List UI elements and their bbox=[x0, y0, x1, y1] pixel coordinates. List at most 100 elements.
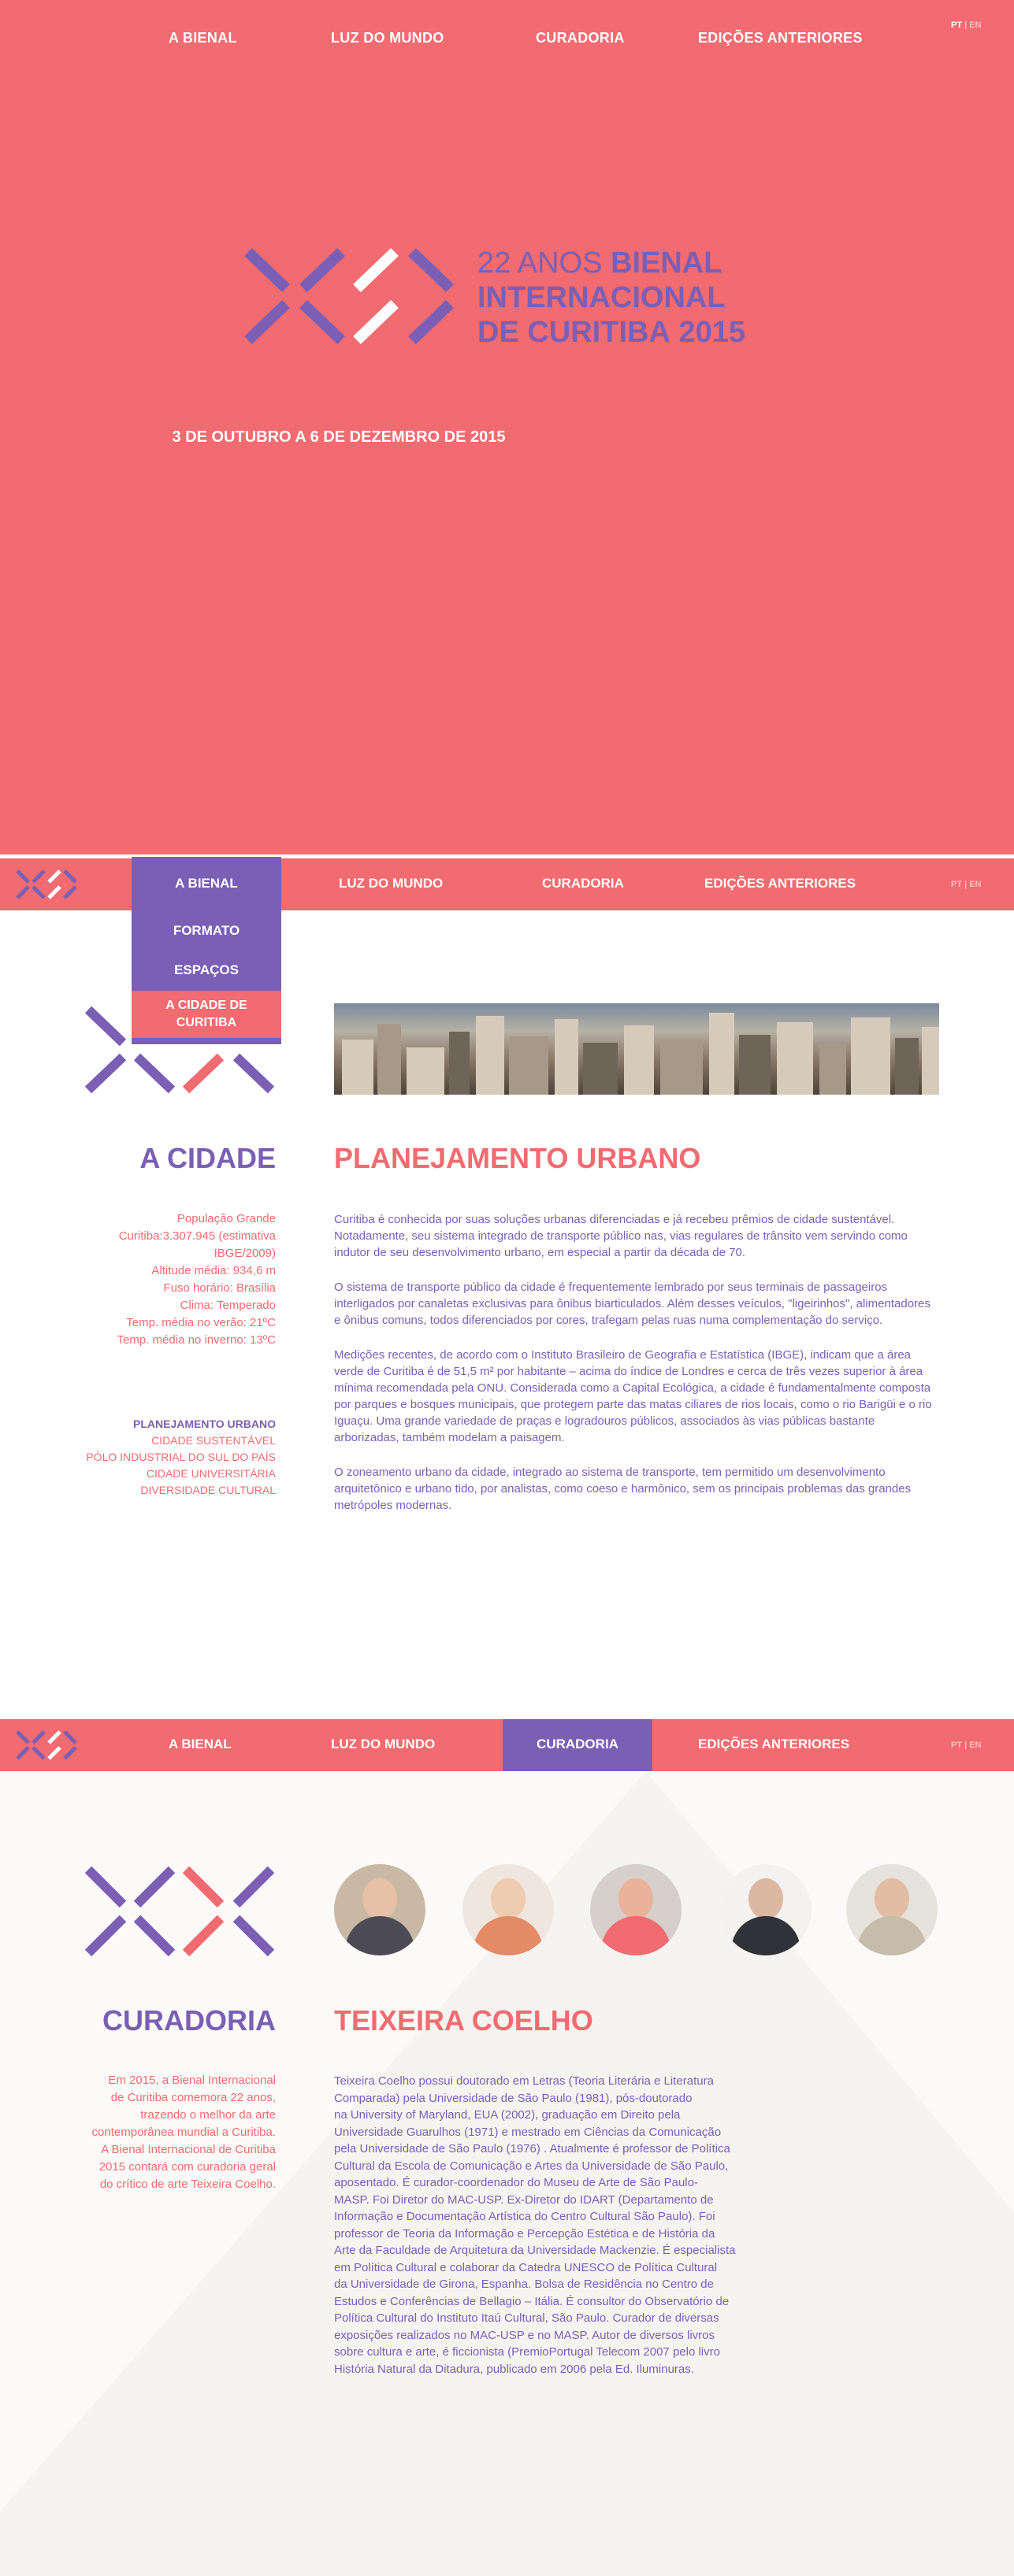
bio-line: História Natural da Ditadura, publicado … bbox=[334, 2362, 694, 2376]
fact-line: Temp. média no inverno: 13ºC bbox=[117, 1333, 276, 1347]
bio-line: Comparada) pela Universidade de São Paul… bbox=[334, 2091, 693, 2105]
curitiba-skyline-photo bbox=[334, 1003, 939, 1095]
face bbox=[618, 1878, 653, 1919]
hero-title: 22 ANOS BIENAL INTERNACIONAL DE CURITIBA… bbox=[477, 246, 745, 350]
lang-en[interactable]: EN bbox=[969, 20, 981, 30]
curator-avatar-3[interactable] bbox=[590, 1864, 682, 1955]
language-switch: PT | EN bbox=[951, 20, 982, 30]
nav-edicoes-anteriores[interactable]: EDIÇÕES ANTERIORES bbox=[704, 876, 856, 891]
bio-line: pela Universidade de São Paulo (1976) . … bbox=[334, 2142, 730, 2155]
title-line3-a: DE CURITIBA bbox=[477, 316, 670, 349]
subnav-item[interactable]: CIDADE UNIVERSITÁRIA bbox=[32, 1466, 276, 1482]
subnav-item[interactable]: CIDADE SUSTENTÁVEL bbox=[32, 1433, 276, 1449]
hero-section: A BIENAL LUZ DO MUNDO CURADORIA EDIÇÕES … bbox=[0, 0, 1014, 854]
subsection-nav: PLANEJAMENTO URBANO CIDADE SUSTENTÁVEL P… bbox=[32, 1416, 276, 1499]
nav-curadoria[interactable]: CURADORIA bbox=[536, 30, 625, 46]
face bbox=[491, 1878, 526, 1919]
nav-edicoes-anteriores[interactable]: EDIÇÕES ANTERIORES bbox=[698, 1736, 849, 1752]
left-title-cidade: A CIDADE bbox=[139, 1142, 276, 1174]
title-bold: BIENAL bbox=[610, 246, 722, 280]
bio-line: em Política Cultural e colaborar da Cate… bbox=[334, 2260, 718, 2274]
section-logo-curadoria bbox=[84, 1866, 275, 1957]
face bbox=[875, 1878, 909, 1919]
body bbox=[731, 1916, 800, 1955]
lang-pt[interactable]: PT bbox=[951, 880, 962, 889]
nav-luz-do-mundo[interactable]: LUZ DO MUNDO bbox=[331, 30, 444, 46]
section-logo-cidade bbox=[84, 1006, 275, 1094]
left-title-curadoria: CURADORIA bbox=[102, 2004, 276, 2037]
dropdown-item-formato[interactable]: FORMATO bbox=[132, 923, 281, 939]
title-line2: INTERNACIONAL bbox=[477, 281, 726, 314]
lang-en[interactable]: EN bbox=[969, 880, 981, 889]
lang-en[interactable]: EN bbox=[969, 1740, 981, 1750]
paragraph: Medições recentes, de acordo com o Insti… bbox=[334, 1348, 932, 1444]
main-title-planejamento: PLANEJAMENTO URBANO bbox=[334, 1142, 701, 1174]
bio-line: Estudos e Conferências de Bellagio – Itá… bbox=[334, 2294, 730, 2308]
bio-line: Cultural da Escola de Comunicação e Arte… bbox=[334, 2159, 729, 2173]
body bbox=[474, 1916, 543, 1955]
nav-curadoria[interactable]: CURADORIA bbox=[542, 876, 624, 891]
nav-curadoria-label: CURADORIA bbox=[537, 1736, 618, 1751]
fact-line: IBGE/2009) bbox=[214, 1247, 276, 1260]
bio-line: sobre cultura e arte, é ficcionista (Pre… bbox=[334, 2345, 720, 2359]
bio-line: Política Cultural do Instituto Itaú Cult… bbox=[334, 2311, 719, 2325]
curator-bio: Teixeira Coelho possui doutorado em Letr… bbox=[334, 2073, 744, 2378]
lang-separator: | bbox=[964, 20, 968, 30]
subnav-item[interactable]: PÓLO INDUSTRIAL DO SUL DO PAÍS bbox=[32, 1449, 276, 1466]
curator-name: TEIXEIRA COELHO bbox=[334, 2004, 593, 2037]
fact-line: Clima: Temperado bbox=[180, 1299, 276, 1312]
paragraph: O zoneamento urbano da cidade, integrado… bbox=[334, 1466, 912, 1512]
bio-line: aposentado. É curador-coordenador do Mus… bbox=[334, 2176, 698, 2189]
title-light: 22 ANOS bbox=[477, 246, 603, 280]
bio-line: exposições realizados no MAC-USP e no MA… bbox=[334, 2328, 715, 2342]
intro-line: contemporânea mundial a Curitiba. bbox=[91, 2126, 276, 2139]
nav-a-bienal[interactable]: A BIENAL bbox=[169, 1736, 232, 1752]
nav-curadoria-active[interactable]: CURADORIA bbox=[503, 1719, 652, 1771]
nav-a-bienal[interactable]: A BIENAL bbox=[132, 876, 281, 891]
city-facts: População Grande Curitiba:3.307.945 (est… bbox=[32, 1210, 276, 1349]
curator-avatar-4[interactable] bbox=[720, 1864, 812, 1955]
language-switch: PT | EN bbox=[951, 880, 982, 889]
dropdown-item-espacos[interactable]: ESPAÇOS bbox=[132, 962, 281, 978]
curator-avatar-2[interactable] bbox=[462, 1864, 554, 1955]
bio-line: Arte da Faculdade de Arquitetura da Univ… bbox=[334, 2244, 736, 2257]
lang-pt[interactable]: PT bbox=[951, 20, 962, 30]
intro-line: 2015 contará com curadoria geral bbox=[98, 2160, 276, 2174]
bio-line: professor de Teoria da Informação e Perc… bbox=[334, 2226, 715, 2241]
fact-line: Curitiba:3.307.945 (estimativa bbox=[118, 1229, 276, 1243]
bio-line: na University of Maryland, EUA (2002), g… bbox=[334, 2108, 681, 2122]
bio-line: Teixeira Coelho possui doutorado em Letr… bbox=[334, 2074, 714, 2088]
face bbox=[362, 1878, 397, 1919]
event-dates: 3 DE OUTUBRO A 6 DE DEZEMBRO DE 2015 bbox=[172, 428, 506, 446]
lang-separator: | bbox=[964, 1740, 968, 1750]
nav-luz-do-mundo[interactable]: LUZ DO MUNDO bbox=[339, 876, 443, 891]
intro-line: de Curitiba comemora 22 anos, bbox=[110, 2091, 276, 2104]
intro-line: do crítico de arte Teixeira Coelho. bbox=[99, 2178, 276, 2191]
nav-luz-do-mundo[interactable]: LUZ DO MUNDO bbox=[331, 1736, 435, 1752]
curator-avatar-1[interactable] bbox=[334, 1864, 425, 1955]
nav-a-bienal[interactable]: A BIENAL bbox=[169, 30, 237, 46]
article-body: Curitiba é conhecida por suas soluções u… bbox=[334, 1211, 933, 1514]
intro-line: A Bienal Internacional de Curitiba bbox=[101, 2143, 276, 2156]
nav-edicoes-anteriores[interactable]: EDIÇÕES ANTERIORES bbox=[698, 30, 863, 46]
bio-line: Informação e Documentação Artística do C… bbox=[334, 2210, 715, 2223]
face bbox=[748, 1878, 783, 1919]
lang-pt[interactable]: PT bbox=[951, 1740, 962, 1750]
intro-line: Em 2015, a Bienal Internacional bbox=[108, 2074, 276, 2087]
fact-line: Temp. média no verão: 21ºC bbox=[126, 1316, 276, 1329]
bio-line: Universidade Guarulhos (1971) e mestrado… bbox=[334, 2125, 722, 2139]
subnav-title[interactable]: PLANEJAMENTO URBANO bbox=[32, 1416, 276, 1433]
fact-line: Fuso horário: Brasília bbox=[163, 1281, 276, 1295]
subnav-item[interactable]: DIVERSIDADE CULTURAL bbox=[32, 1482, 276, 1499]
curator-avatar-5[interactable] bbox=[846, 1864, 938, 1955]
intro-line: trazendo o melhor da arte bbox=[140, 2108, 276, 2122]
bio-line: da Universidade de Girona, Espanha. Bols… bbox=[334, 2278, 714, 2291]
curadoria-intro: Em 2015, a Bienal Internacional de Curit… bbox=[32, 2072, 276, 2193]
bienal-logo bbox=[244, 247, 454, 345]
language-switch: PT | EN bbox=[951, 1740, 982, 1750]
bienal-logo-small bbox=[16, 1730, 77, 1760]
bienal-logo-small bbox=[16, 869, 77, 899]
paragraph: Curitiba é conhecida por suas soluções u… bbox=[334, 1213, 908, 1259]
body bbox=[857, 1916, 927, 1955]
body bbox=[601, 1916, 670, 1955]
